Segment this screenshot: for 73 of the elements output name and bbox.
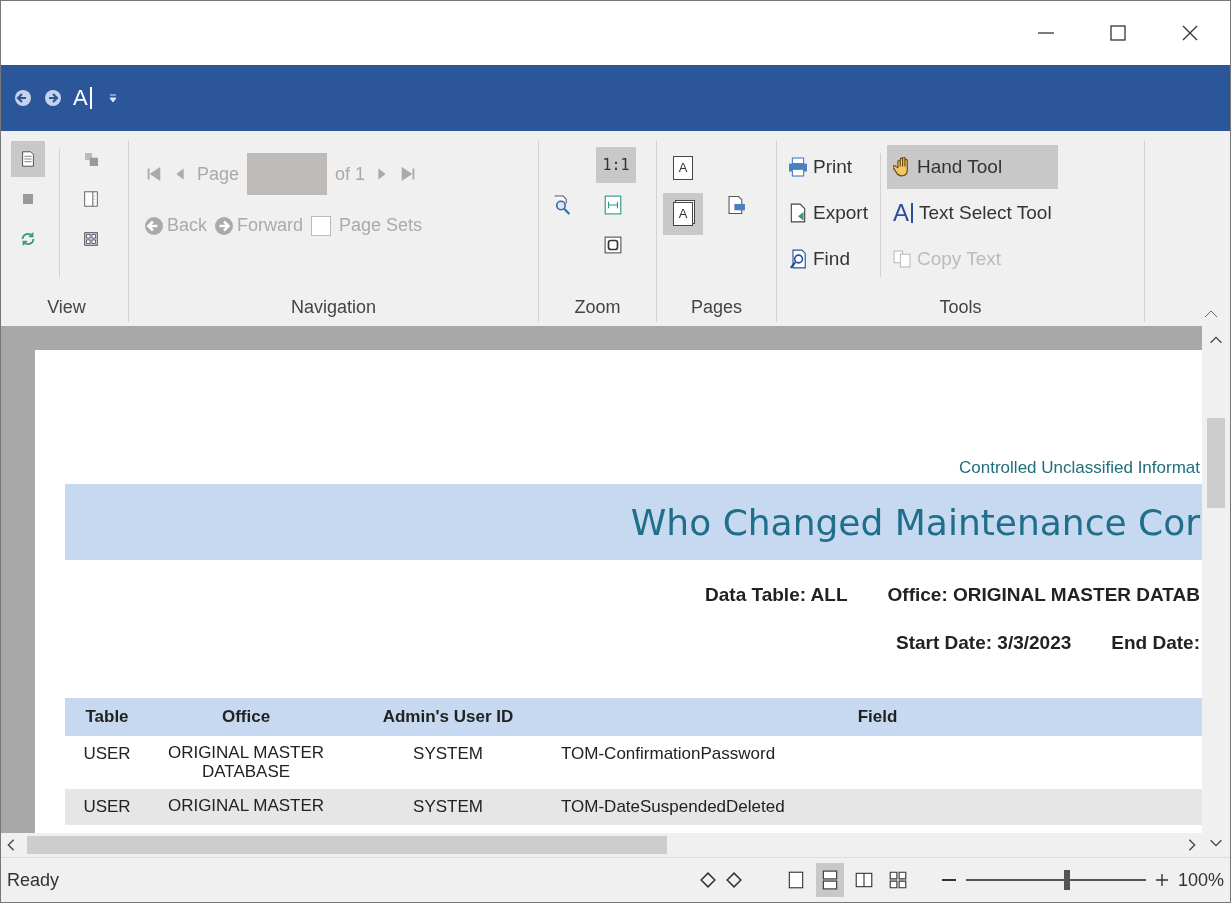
export-button[interactable]: Export — [783, 191, 874, 235]
table-cell-text: USER — [82, 744, 132, 764]
scrollbar-thumb[interactable] — [27, 836, 667, 854]
stop-icon — [23, 194, 33, 204]
four-pages-icon — [888, 870, 907, 890]
scroll-down-icon[interactable] — [1209, 839, 1223, 847]
view-mode-button[interactable] — [815, 863, 844, 897]
scroll-up-icon[interactable] — [1209, 336, 1223, 344]
office-filter: Office: ORIGINAL MASTER DATAB — [887, 584, 1200, 606]
dropdown-icon[interactable] — [107, 92, 118, 104]
table-cell-text: USER — [82, 797, 132, 818]
page-printer-icon — [728, 195, 746, 215]
diamond-icon[interactable] — [699, 872, 716, 888]
double-page-button[interactable]: A — [663, 193, 703, 235]
report-title: Who Changed Maintenance Cor — [65, 484, 1202, 560]
zoom-in-icon[interactable] — [1155, 874, 1168, 886]
overlapping-squares-icon — [84, 152, 98, 166]
side-panel-icon — [82, 189, 100, 209]
printer-icon — [789, 157, 807, 177]
page-label: Page — [197, 163, 240, 185]
page-count: of 1 — [335, 163, 366, 185]
column-header: Office — [220, 707, 272, 727]
group-label: Zoom — [573, 297, 622, 319]
copy-icon — [892, 249, 911, 269]
scroll-left-icon[interactable] — [7, 838, 15, 852]
page-button[interactable] — [11, 141, 45, 177]
zoom-level: 100% — [1177, 869, 1224, 891]
close-icon[interactable] — [1180, 23, 1200, 43]
thumbnails-icon — [82, 229, 100, 249]
maximize-icon[interactable] — [1108, 23, 1128, 43]
data-table-filter: Data Table: ALL — [705, 584, 848, 606]
page-sets-label: Page Sets — [339, 215, 423, 236]
group-label: Pages — [689, 297, 743, 319]
magnifier-icon — [553, 195, 571, 215]
group-label: View — [46, 297, 87, 319]
column-header: Table — [84, 707, 130, 727]
scroll-right-icon[interactable] — [1188, 838, 1196, 852]
table-cell-text: TOM-DateSuspendedDeleted — [560, 797, 786, 818]
column-header: Field — [856, 707, 899, 727]
hand-button[interactable]: Hand Tool — [886, 145, 1058, 189]
group-label: Tools — [938, 297, 983, 319]
table-cell-text: ORIGINAL MASTER DATABASE — [166, 744, 326, 782]
print-button[interactable]: Print — [783, 145, 874, 189]
fit-page-icon — [604, 235, 622, 255]
document-icon — [19, 149, 37, 169]
group-label: Navigation — [289, 297, 378, 319]
find-button[interactable]: Find — [783, 237, 874, 281]
two-pages-icon — [854, 870, 873, 890]
single-page-icon — [786, 870, 805, 890]
vertical-scrollbar[interactable] — [1202, 326, 1230, 857]
collapse-ribbon-icon[interactable] — [1204, 310, 1218, 318]
stacked-pages-icon — [820, 870, 839, 890]
column-header: Admin's User ID — [381, 707, 515, 727]
table-cell-text: SYSTEM — [412, 744, 484, 764]
table-cell-text: ORIGINAL MASTER — [166, 797, 326, 817]
text-select-button[interactable]: A Text Select Tool — [886, 191, 1058, 235]
search-icon — [789, 249, 807, 269]
single-page-button[interactable]: A — [663, 147, 703, 189]
export-document-icon — [789, 203, 807, 223]
fit-width-icon — [604, 195, 622, 215]
status-text: Ready — [7, 869, 60, 891]
scrollbar-thumb[interactable] — [1207, 418, 1225, 508]
horizontal-scrollbar[interactable] — [1, 833, 1202, 857]
diamond-icon[interactable] — [725, 872, 742, 888]
text-select-button[interactable]: A — [73, 85, 92, 111]
table-cell-text: SYSTEM — [412, 797, 484, 818]
classification-text: Controlled Unclassified Informat — [959, 458, 1201, 478]
start-date: Start Date: 3/3/2023 — [896, 632, 1072, 654]
hand-icon — [892, 157, 911, 177]
actual-size-button[interactable]: 1:1 — [596, 147, 636, 183]
page-sets-checkbox[interactable] — [311, 215, 332, 236]
table-cell-text: TOM-ConfirmationPassword — [560, 744, 777, 764]
end-date: End Date: — [1111, 632, 1200, 654]
